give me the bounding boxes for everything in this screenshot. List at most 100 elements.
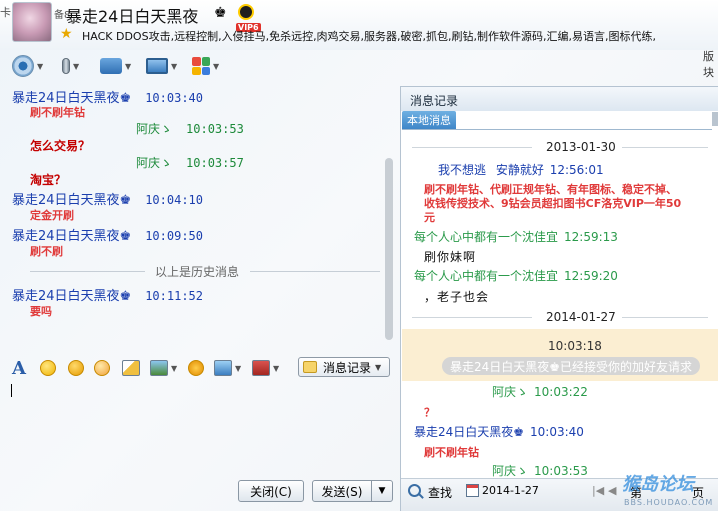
record-text: 刷不刷年钻 [424,446,479,459]
date-separator: 2013-01-30 [402,140,712,154]
separator-line [250,271,380,272]
screenshot-button[interactable]: ▼ [214,358,241,378]
sender-name: 阿庆ゝ [136,122,173,136]
message-time: 10:03:40 [145,91,203,105]
file-transfer-button[interactable]: ▼ [100,54,131,78]
chevron-down-icon[interactable]: ▼ [125,62,131,71]
apps-button[interactable]: ▼ [192,54,219,78]
separator-line [412,317,532,318]
vip-badge[interactable]: VIP6 [236,4,276,32]
chevron-down-icon[interactable]: ▼ [375,363,381,372]
screenshot-icon [214,360,232,376]
chevron-down-icon[interactable]: ▼ [37,62,43,71]
crown-icon: ♚ [214,5,227,21]
contact-nickname[interactable]: 暴走24日白天黑夜 [66,3,198,27]
record-header: 阿庆ゝ 10:03:22 [492,383,588,400]
message-time: 10:03:57 [186,156,244,170]
separator-line [622,147,708,148]
record-time: 10:03:22 [534,385,588,399]
search-button[interactable]: 查找 [428,484,452,501]
close-button[interactable]: 关闭(C) [238,480,304,502]
text-caret [11,384,12,397]
font-icon: A [12,357,26,379]
video-call-button[interactable]: ▼ [12,54,43,78]
remote-desktop-button[interactable]: ▼ [146,54,177,78]
record-sender: 阿庆ゝ [492,385,529,399]
chevron-down-icon[interactable]: ▼ [171,364,177,373]
history-separator: 以上是历史消息 [0,263,396,279]
history-separator-label: 以上是历史消息 [155,265,240,279]
watermark-url: BBS.HOUDAO.COM [624,498,714,507]
vip-emoji-button[interactable] [68,358,84,378]
record-sender: 安静就好 [495,163,544,177]
record-text: 元 [424,211,435,224]
date-label: 2014-01-27 [546,310,616,324]
music-icon [188,360,204,376]
voice-call-button[interactable]: ▼ [62,54,79,78]
system-notice-time: 10:03:18 [548,339,602,353]
window-edge-text: 卡 [0,6,11,19]
message-text: 要吗 [30,305,52,318]
record-header: 阿庆ゝ 10:03:53 [492,462,588,479]
record-sender: 阿庆ゝ [492,464,529,478]
records-scrollbar-thumb[interactable] [712,112,718,126]
message-time: 10:11:52 [145,289,203,303]
prev-page-button[interactable]: ◀ [608,484,616,497]
chat-scrollbar-thumb[interactable] [385,158,393,340]
record-header: 暴走24日白天黑夜♚ 10:03:40 [414,423,584,440]
record-header: 我不想逃 安静就好 12:56:01 [438,161,604,178]
record-sender: 暴走24日白天黑夜♚ [414,425,525,439]
record-time: 12:56:01 [549,163,604,177]
vip-smiley-icon [68,360,84,376]
font-button[interactable]: A [12,357,26,379]
image-button[interactable]: ▼ [150,358,177,378]
message-header: 暴走24日白天黑夜♚ 10:04:10 [12,189,203,208]
message-header: 暴走24日白天黑夜♚ 10:11:52 [12,285,203,304]
first-page-button[interactable]: |◀ [592,484,604,497]
gift-button[interactable]: ▼ [252,358,279,378]
history-icon [303,361,317,373]
record-time: 10:03:53 [534,464,588,478]
emoji-button[interactable] [40,358,56,378]
chevron-down-icon[interactable]: ▼ [73,62,79,71]
pen-icon [122,360,140,376]
message-text: 淘宝？ [30,173,67,187]
microphone-icon [62,58,70,74]
calendar-icon[interactable] [466,484,479,497]
message-text: 定金开刷 [30,209,74,222]
camera-icon [12,55,34,77]
shake-button[interactable] [94,358,110,378]
monitor-icon [146,58,168,74]
chevron-down-icon[interactable]: ▼ [171,62,177,71]
avatar[interactable] [12,2,52,42]
message-text: 怎么交易？ [30,139,91,153]
record-sender: 每个人心中都有一个沈佳宜 [414,230,559,244]
file-transfer-icon [100,58,122,74]
separator-line [30,271,145,272]
music-button[interactable] [188,358,204,378]
sender-name: 暴走24日白天黑夜♚ [12,229,132,244]
record-text: ，老子也会 [424,290,490,304]
doodle-button[interactable] [122,358,140,378]
date-separator: 2014-01-27 [402,310,712,324]
tab-local-messages[interactable]: 本地消息 [402,111,456,129]
sender-name: 暴走24日白天黑夜♚ [12,193,132,208]
send-button[interactable]: 发送(S) [312,480,372,502]
chevron-down-icon[interactable]: ▼ [273,364,279,373]
send-options-button[interactable]: ▼ [371,480,393,502]
message-input[interactable] [0,380,396,478]
message-history-button[interactable]: 消息记录 ▼ [298,357,390,377]
chevron-down-icon[interactable]: ▼ [235,364,241,373]
message-text: 刷不刷年钻 [30,106,85,119]
date-label: 2013-01-30 [546,140,616,154]
star-icon: ★ [60,26,73,42]
message-header: 阿庆ゝ 10:03:57 [136,154,244,171]
records-title: 消息记录 [410,94,459,108]
date-field[interactable]: 2014-1-27 [482,484,539,497]
message-text: 刷不刷 [30,245,63,258]
sender-name: 阿庆ゝ [136,156,173,170]
shake-icon [94,360,110,376]
record-time: 12:59:20 [564,269,618,283]
chevron-down-icon[interactable]: ▼ [213,62,219,71]
record-sender: 我不想逃 [438,163,487,177]
